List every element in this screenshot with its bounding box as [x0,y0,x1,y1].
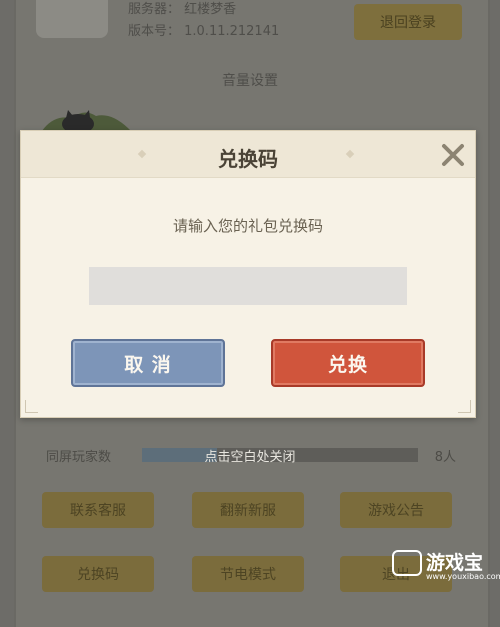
redeem-code-button[interactable]: 兑换码 [42,556,154,592]
logout-button[interactable]: 退回登录 [354,4,462,40]
corner-ornament-icon [25,400,38,413]
new-server-button[interactable]: 翻新新服 [192,492,304,528]
avatar [36,0,108,38]
server-line: 服务器： 红楼梦香 [128,2,237,17]
tap-blank-to-close-hint: 点击空白处关闭 [204,450,296,465]
power-saving-button[interactable]: 节电模式 [192,556,304,592]
version-line: 版本号： 1.0.11.212141 [128,24,280,39]
watermark-logo: 游戏宝 www.youxibao.com [392,548,500,584]
redeem-button[interactable]: 兑换 [271,339,425,387]
close-icon[interactable] [439,141,467,169]
sound-settings-title: 音量设置 [222,73,278,89]
redeem-prompt: 请输入您的礼包兑换码 [172,217,323,235]
cancel-button[interactable]: 取 消 [71,339,225,387]
watermark-name: 游戏宝 [426,552,484,574]
contact-support-button[interactable]: 联系客服 [42,492,154,528]
dialog-header: 兑换码 [21,131,475,178]
gamepad-icon [392,550,422,576]
watermark-url: www.youxibao.com [426,572,500,581]
corner-ornament-icon [458,400,471,413]
game-notice-button[interactable]: 游戏公告 [340,492,452,528]
redeem-code-input[interactable] [89,267,407,305]
redeem-code-dialog: 兑换码 请输入您的礼包兑换码 取 消 兑换 [20,130,476,418]
dialog-title: 兑换码 [218,147,278,171]
